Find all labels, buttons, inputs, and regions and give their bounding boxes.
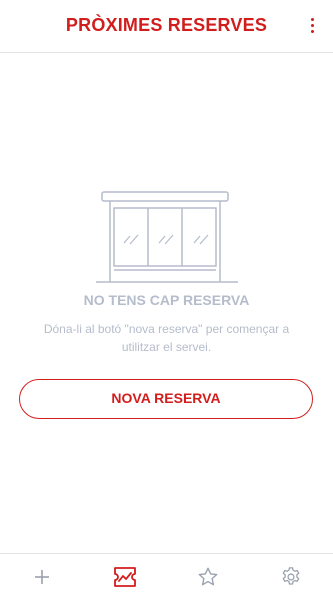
ticket-icon[interactable] (111, 564, 139, 590)
app-screen: PRÒXIMES RESERVES NO TENS CAP RESERVA Dó… (0, 0, 333, 600)
empty-state-title: NO TENS CAP RESERVA (83, 292, 250, 308)
top-app-bar: PRÒXIMES RESERVES (0, 0, 333, 53)
settings-icon[interactable] (277, 564, 305, 590)
star-icon[interactable] (194, 564, 222, 590)
new-booking-button[interactable]: NOVA RESERVA (19, 379, 313, 419)
page-title: PRÒXIMES RESERVES (65, 15, 268, 35)
bottom-navigation (0, 553, 333, 600)
more-vertical-icon[interactable] (305, 11, 319, 39)
plus-icon[interactable] (28, 564, 56, 590)
empty-state-description: Dóna-li al botó "nova reserva" per comen… (43, 322, 290, 354)
bus-stop-shelter-icon (96, 191, 238, 283)
